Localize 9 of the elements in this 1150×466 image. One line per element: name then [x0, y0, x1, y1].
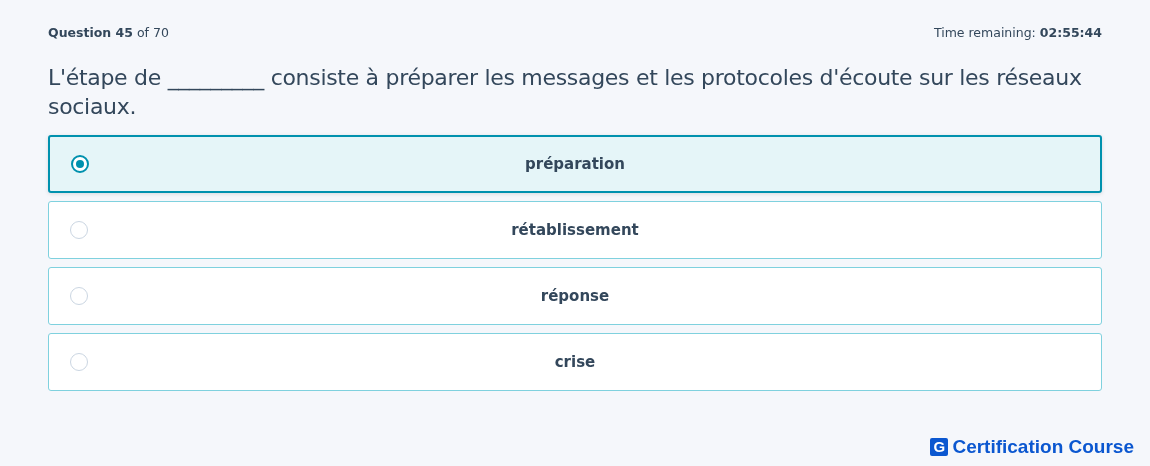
question-counter: Question 45 of 70 — [48, 24, 169, 40]
logo: G Certification Course — [930, 436, 1134, 458]
answer-option[interactable]: préparation — [48, 135, 1102, 193]
question-text: L'étape de _________ consiste à préparer les messages et les protocoles d'écoute sur les réseaux sociaux. — [48, 64, 1083, 121]
radio-button[interactable] — [71, 155, 89, 173]
answer-option[interactable]: crise — [48, 333, 1102, 391]
answer-option[interactable]: rétablissement — [48, 201, 1102, 259]
time-remaining: Time remaining: 02:55:44 — [933, 24, 1102, 40]
answer-option[interactable]: réponse — [48, 267, 1102, 325]
